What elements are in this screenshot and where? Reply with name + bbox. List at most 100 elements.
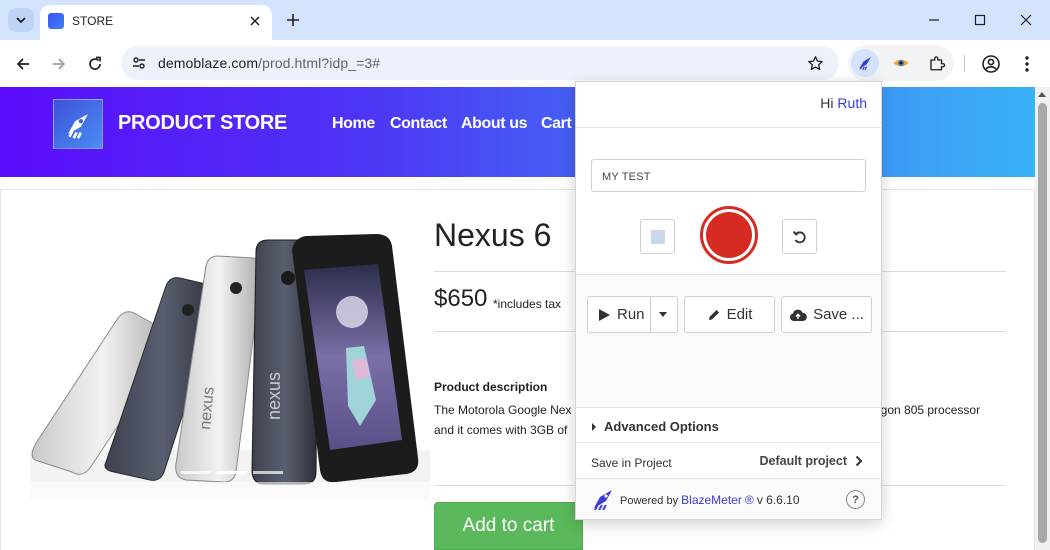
nav-about-us[interactable]: About us [461,115,528,133]
edit-label: Edit [726,306,753,323]
save-label: Save ... [813,306,864,323]
url-host: demoblaze.com [158,55,259,71]
stop-icon [650,229,665,244]
nav-cart[interactable]: Cart [541,115,572,133]
svg-text:nexus: nexus [264,372,284,420]
product-title: Nexus 6 [434,217,552,253]
record-button[interactable] [700,206,758,264]
reset-button[interactable] [782,219,817,254]
advanced-options-toggle[interactable]: Advanced Options [591,419,719,434]
pencil-icon [708,309,719,320]
page-scrollbar[interactable] [1035,87,1050,550]
powered-by-label: Powered by [620,495,679,507]
project-selector[interactable]: Default project [759,454,863,468]
divider [650,297,651,332]
store-favicon-icon [48,13,64,29]
maximize-button[interactable] [968,8,992,32]
arrow-right-icon [53,58,66,70]
description-line-1-right: ragon 805 processor [870,403,981,417]
user-name[interactable]: Ruth [837,95,867,111]
puzzle-icon [930,56,946,71]
reload-icon [89,56,101,70]
reload-button[interactable] [82,51,108,77]
url-path: /prod.html?idp_=3# [258,55,381,71]
run-label: Run [617,306,645,323]
carousel-indicator-1[interactable] [181,471,211,474]
powered-by-text: Powered by BlazeMeter ® v 6.6.10 [620,493,800,507]
nav-contact[interactable]: Contact [390,115,447,133]
undo-icon [792,230,806,243]
test-name-input[interactable]: MY TEST [591,159,866,192]
toolbar-separator [964,55,965,72]
tax-note: *includes tax [493,297,562,311]
blazemeter-link[interactable]: BlazeMeter [681,493,742,507]
browser-tab[interactable]: STORE [40,5,272,40]
browser-menu-button[interactable] [1014,51,1040,77]
version-text: v 6.6.10 [756,493,800,507]
eye-extension-button[interactable] [887,49,915,77]
store-logo-icon[interactable] [53,99,103,149]
close-icon [1020,14,1032,26]
forward-button[interactable] [46,51,72,77]
divider [576,127,881,128]
registered-mark: ® [744,493,754,507]
tab-bar: STORE [0,0,1050,40]
site-settings-icon[interactable] [130,54,148,72]
browser-toolbar: demoblaze.com/prod.html?idp_=3# [0,40,1050,87]
carousel-indicator-2[interactable] [217,471,247,474]
nav-home[interactable]: Home [332,115,375,133]
popup-footer: Powered by BlazeMeter ® v 6.6.10 ? [576,479,881,519]
description-heading: Product description [434,380,548,394]
actions-panel [576,275,881,408]
run-button[interactable]: Run [587,296,678,333]
record-icon [706,212,752,258]
address-bar[interactable]: demoblaze.com/prod.html?idp_=3# [121,46,839,80]
advanced-options-label: Advanced Options [604,419,719,434]
bookmark-star-icon[interactable] [805,53,825,73]
arrow-left-icon [16,58,29,70]
brand-name[interactable]: PRODUCT STORE [118,112,287,135]
maximize-icon [974,14,986,26]
scroll-up-arrow-icon[interactable] [1038,92,1046,97]
product-image-carousel[interactable]: nexus nexus [30,200,430,500]
edit-button[interactable]: Edit [684,296,775,333]
caret-right-icon [592,422,596,431]
new-tab-button[interactable] [282,9,304,31]
extensions-group [848,45,954,81]
stop-button[interactable] [640,219,675,254]
plus-icon [287,14,299,26]
divider [576,442,881,443]
tab-close-icon[interactable] [246,12,264,30]
minimize-icon [929,19,939,21]
project-value: Default project [759,454,847,468]
profile-button[interactable] [978,51,1004,77]
minimize-button[interactable] [922,8,946,32]
close-window-button[interactable] [1014,8,1038,32]
add-to-cart-button[interactable]: Add to cart [434,502,583,550]
greeting-text: Hi [820,95,834,111]
divider [576,407,881,408]
chevron-right-icon [855,455,863,467]
help-icon[interactable]: ? [846,490,865,509]
play-icon [599,308,610,321]
save-in-project-label: Save in Project [591,456,672,470]
url-text: demoblaze.com/prod.html?idp_=3# [158,55,380,71]
scroll-thumb[interactable] [1038,103,1047,543]
tab-title: STORE [72,14,114,28]
blazemeter-extension-button[interactable] [851,49,879,77]
carousel-indicator-3[interactable] [253,471,283,474]
greeting: Hi Ruth [820,95,867,111]
back-button[interactable] [10,51,36,77]
caret-down-icon [659,312,667,317]
product-price: $650 [434,285,488,312]
eye-icon [893,59,909,67]
chevron-down-icon [16,17,26,24]
tab-search-button[interactable] [8,8,34,32]
extensions-menu-button[interactable] [923,49,951,77]
kebab-menu-icon [1025,56,1029,72]
profile-icon [982,55,1000,73]
blazemeter-logo-icon [591,487,615,511]
save-button[interactable]: Save ... [781,296,872,333]
blazemeter-popup: Hi Ruth MY TEST Run Edit Save ... Advanc… [575,81,882,520]
cloud-upload-icon [790,309,807,321]
